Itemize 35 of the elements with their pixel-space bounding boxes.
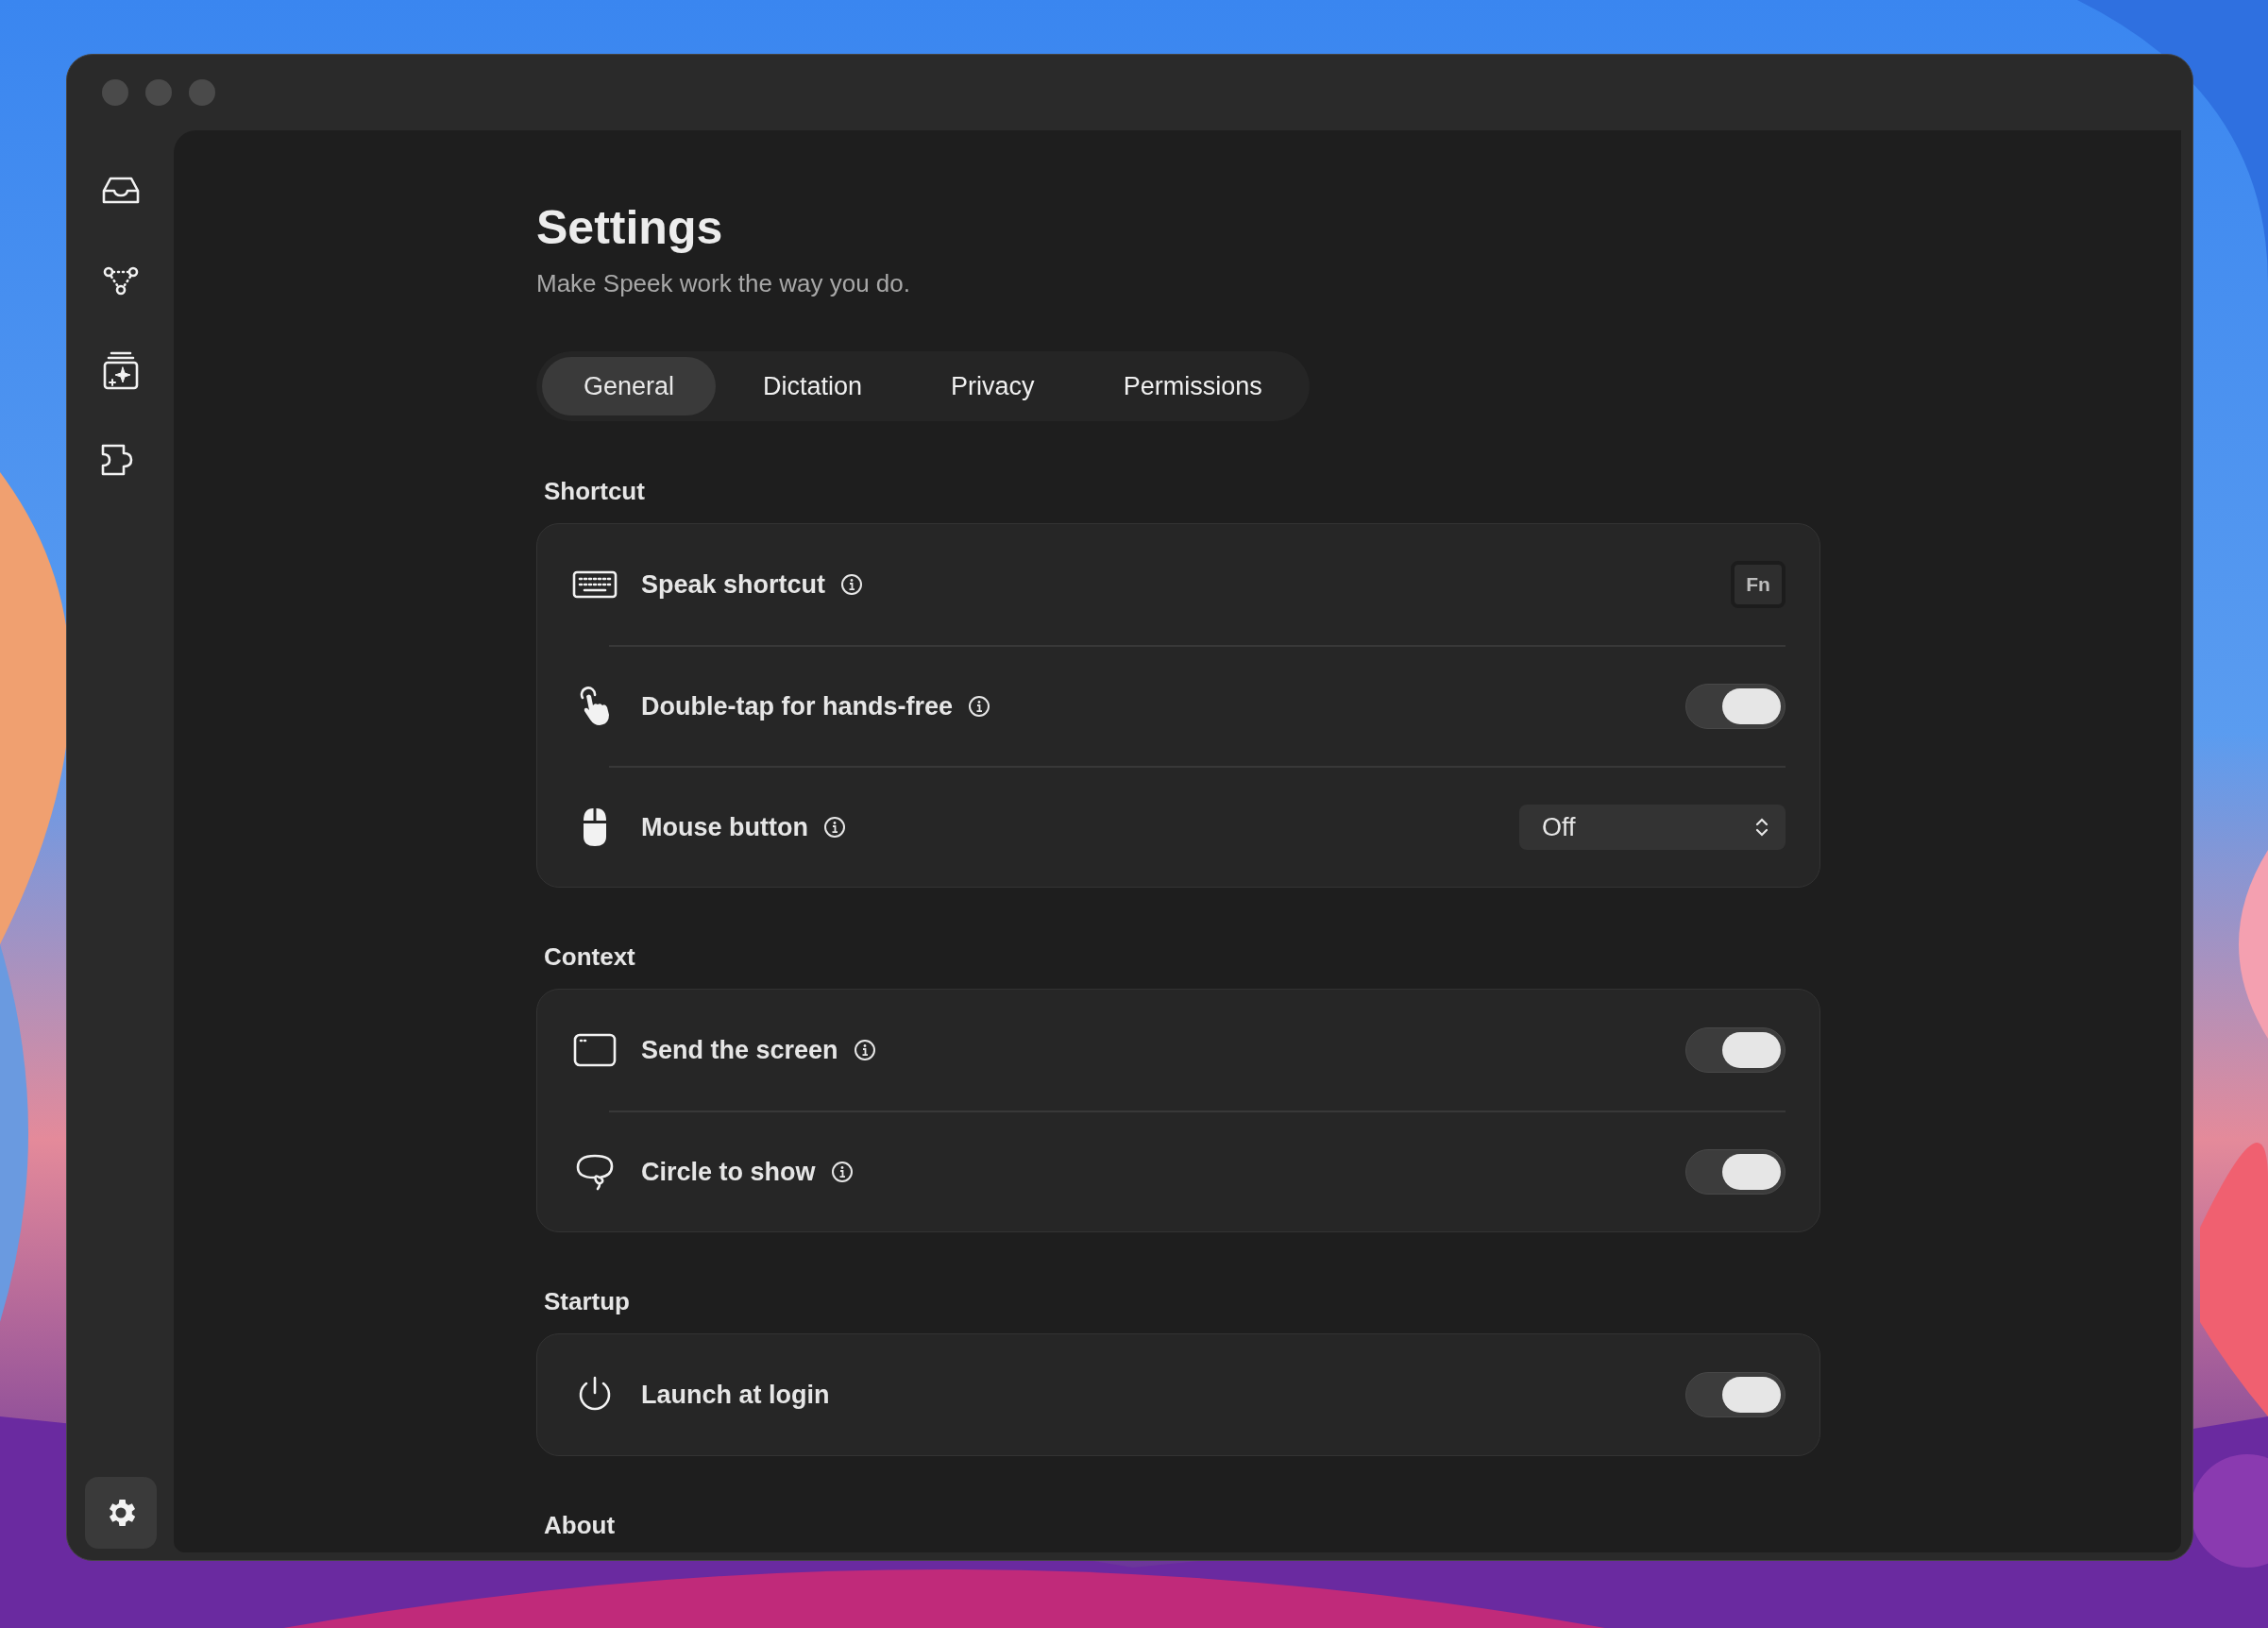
setting-label: Send the screen <box>641 1034 838 1066</box>
info-icon[interactable] <box>968 695 990 718</box>
toggle-switch[interactable] <box>1685 1027 1786 1073</box>
keyboard-icon <box>572 570 618 599</box>
section-heading: Startup <box>544 1286 631 1317</box>
lasso-icon <box>575 1153 615 1191</box>
chevron-up-down-icon <box>1755 817 1769 838</box>
sparkle-card-icon <box>101 350 140 390</box>
section-heading: Shortcut <box>544 476 646 507</box>
info-icon[interactable] <box>822 816 846 839</box>
nodes-icon <box>101 265 140 296</box>
toggle-switch[interactable] <box>1685 684 1786 729</box>
section-heading: Context <box>544 941 636 973</box>
info-icon[interactable] <box>840 573 864 596</box>
mouse-icon <box>581 806 609 848</box>
setting-label: Double-tap for hands-free <box>641 690 953 722</box>
settings-button[interactable] <box>84 1477 157 1549</box>
setting-label: Launch at login <box>641 1379 830 1411</box>
page-subtitle: Make Speek work the way you do. <box>536 268 911 299</box>
setting-label: Circle to show <box>641 1156 816 1188</box>
tab[interactable]: Privacy <box>909 357 1076 415</box>
toggle-switch[interactable] <box>1685 1149 1786 1195</box>
window-icon <box>573 1033 617 1067</box>
dropdown[interactable]: Off <box>1519 805 1786 850</box>
toggle-switch[interactable] <box>1685 1372 1786 1417</box>
setting-label: Mouse button <box>641 811 808 843</box>
page-title: Settings <box>536 200 724 256</box>
setting-label: Speak shortcut <box>641 568 826 601</box>
key-cap: Fn <box>1731 561 1786 608</box>
tab[interactable]: Dictation <box>721 357 905 415</box>
info-icon[interactable] <box>853 1039 876 1061</box>
tab[interactable]: General <box>542 357 717 415</box>
info-icon[interactable] <box>830 1161 854 1183</box>
section-heading: About <box>544 1510 617 1541</box>
tab[interactable]: Permissions <box>1081 357 1304 415</box>
